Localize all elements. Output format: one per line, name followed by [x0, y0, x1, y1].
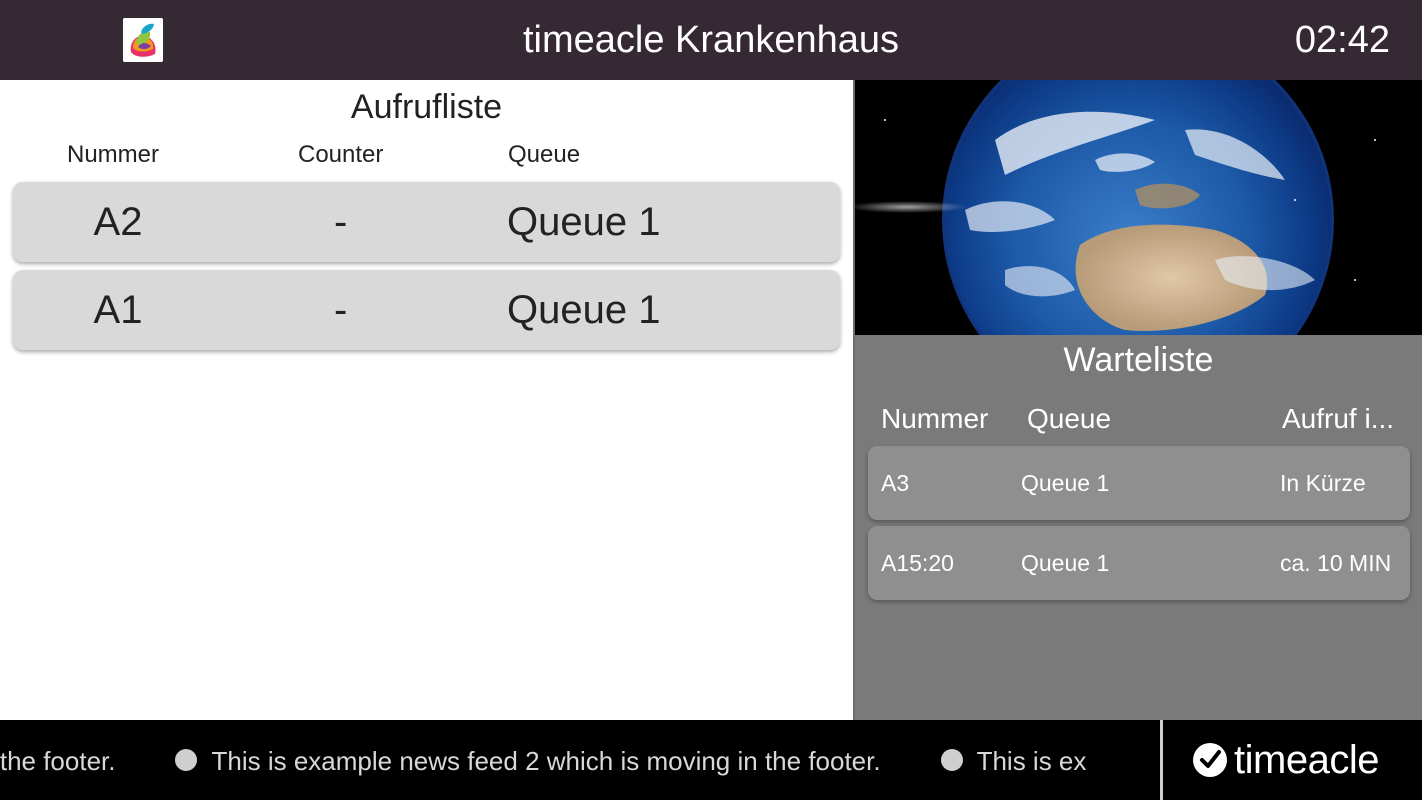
wait-number: A15:20 — [881, 550, 954, 576]
call-row: A2 - Queue 1 — [13, 182, 840, 262]
call-col-queue: Queue — [508, 141, 581, 168]
call-counter: - — [334, 288, 348, 332]
wait-eta: In Kürze — [1280, 470, 1366, 496]
call-counter: - — [334, 200, 348, 244]
brand-name: timeacle — [1234, 737, 1379, 782]
ticker-item: This is ex — [940, 720, 1087, 800]
call-queue: Queue 1 — [507, 200, 661, 244]
wait-col-eta: Aufruf i... — [1282, 403, 1395, 434]
ticker-text: oving in the footer. — [0, 746, 116, 776]
ticker-item: oving in the footer. — [0, 720, 115, 800]
call-number: A1 — [93, 288, 143, 332]
brand-logo: timeacle — [1192, 720, 1379, 800]
ticker-track: oving in the footer. This is example news… — [0, 720, 1146, 800]
wait-row: A15:20 Queue 1 ca. 10 MIN — [868, 526, 1410, 600]
call-col-number: Nummer — [67, 141, 160, 168]
wait-queue: Queue 1 — [1021, 470, 1110, 496]
wait-col-queue: Queue — [1027, 403, 1112, 434]
call-queue: Queue 1 — [507, 288, 661, 332]
wait-queue: Queue 1 — [1021, 550, 1110, 576]
header-bar: timeacle Krankenhaus 02:42 — [0, 0, 1422, 80]
ticker-item: This is example news feed 2 which is mov… — [175, 720, 881, 800]
app-title: timeacle Krankenhaus — [523, 19, 899, 61]
footer-separator — [1160, 720, 1163, 800]
bullet-icon — [940, 749, 963, 772]
call-row: A1 - Queue 1 — [13, 270, 840, 350]
footer-bar: oving in the footer. This is example news… — [0, 720, 1422, 800]
call-number: A2 — [93, 200, 143, 244]
wait-col-number: Nummer — [881, 403, 989, 434]
call-list-panel: Aufrufliste Nummer Counter Queue A2 - Qu… — [0, 80, 853, 720]
clock: 02:42 — [1294, 19, 1390, 61]
call-col-counter: Counter — [298, 141, 384, 168]
clock-check-icon — [1193, 743, 1227, 777]
wait-row: A3 Queue 1 In Kürze — [868, 446, 1410, 520]
ticker-text: This is ex — [976, 746, 1087, 776]
bullet-icon — [175, 749, 198, 772]
wait-eta: ca. 10 MIN — [1280, 550, 1392, 576]
wait-list-panel: Warteliste Nummer Queue Aufruf i... A3 Q… — [855, 335, 1422, 720]
ticker-text: This is example news feed 2 which is mov… — [211, 746, 881, 776]
news-ticker: oving in the footer. This is example news… — [0, 720, 1160, 800]
call-list-title: Aufrufliste — [350, 88, 503, 126]
wait-list-title: Warteliste — [1063, 341, 1214, 379]
media-earth-image — [855, 80, 1422, 335]
wait-number: A3 — [881, 470, 910, 496]
